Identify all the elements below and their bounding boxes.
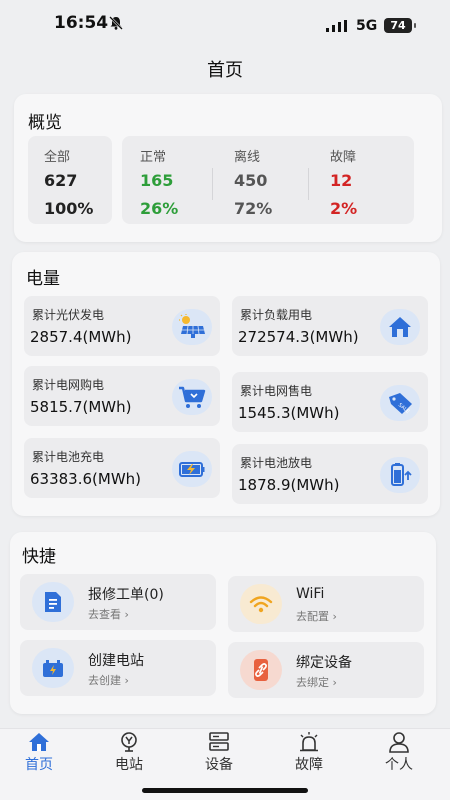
overview-title: 概览 xyxy=(28,113,62,133)
status-bar: 16:54 5G 74 xyxy=(0,0,450,48)
energy-tile-battery-discharge[interactable]: 累计电池放电 1878.9(MWh) xyxy=(232,444,428,504)
offline-label: 离线 xyxy=(234,150,261,165)
tab-home[interactable]: 首页 xyxy=(4,731,74,774)
energy-tile-battery-charge[interactable]: 累计电池充电 63383.6(MWh) xyxy=(24,438,220,498)
energy-label: 累计电网购电 xyxy=(32,378,105,392)
all-percent: 100% xyxy=(44,199,94,218)
energy-value: 272574.3(MWh) xyxy=(238,328,359,346)
energy-label: 累计电网售电 xyxy=(240,384,313,398)
battery-discharge-icon xyxy=(380,457,420,493)
energy-tile-grid-sell[interactable]: 累计电网售电 1545.3(MWh) SALE xyxy=(232,372,428,432)
quick-card: 快捷 报修工单(0) 去查看 › WiFi 去配置 › 创建电站 去创建 › 绑… xyxy=(10,532,436,714)
divider xyxy=(212,168,213,200)
station-icon xyxy=(32,648,74,688)
sale-tag-icon: SALE xyxy=(380,385,420,421)
fault-label: 故障 xyxy=(330,150,357,165)
quick-sub: 去配置 › xyxy=(296,610,337,623)
quick-sub: 去查看 › xyxy=(88,608,129,621)
divider xyxy=(308,168,309,200)
quick-repair-orders[interactable]: 报修工单(0) 去查看 › xyxy=(20,574,216,630)
quick-label: 报修工单(0) xyxy=(88,587,164,603)
person-tab-icon xyxy=(389,732,409,753)
muted-bell-icon xyxy=(109,16,123,30)
overview-normal[interactable]: 正常 165 26% xyxy=(140,146,178,218)
quick-create-station[interactable]: 创建电站 去创建 › xyxy=(20,640,216,696)
cart-icon xyxy=(172,379,212,415)
tab-label: 故障 xyxy=(295,757,323,773)
overview-status-box: 正常 165 26% 离线 450 72% 故障 12 2% xyxy=(122,136,414,224)
network-type: 5G xyxy=(356,18,378,34)
home-icon xyxy=(380,309,420,345)
battery-icon: 74 xyxy=(384,18,416,33)
tab-label: 电站 xyxy=(115,757,143,773)
home-indicator xyxy=(142,788,308,793)
page-title: 首页 xyxy=(207,60,243,81)
energy-label: 累计电池充电 xyxy=(32,450,105,464)
all-count: 627 xyxy=(44,171,78,190)
home-tab-icon xyxy=(29,733,49,751)
fault-percent: 2% xyxy=(330,199,358,218)
energy-value: 5815.7(MWh) xyxy=(30,398,132,416)
tab-label: 个人 xyxy=(385,757,413,773)
wifi-icon xyxy=(240,584,282,624)
energy-value: 2857.4(MWh) xyxy=(30,328,132,346)
quick-label: 绑定设备 xyxy=(296,655,352,671)
tab-fault[interactable]: 故障 xyxy=(274,731,344,774)
tab-label: 首页 xyxy=(25,757,53,773)
quick-bind-device[interactable]: 绑定设备 去绑定 › xyxy=(228,642,424,698)
energy-tile-grid-buy[interactable]: 累计电网购电 5815.7(MWh) xyxy=(24,366,220,426)
normal-percent: 26% xyxy=(140,199,179,218)
offline-percent: 72% xyxy=(234,199,273,218)
overview-offline[interactable]: 离线 450 72% xyxy=(234,146,272,218)
tab-device[interactable]: 设备 xyxy=(184,731,254,774)
battery-charge-icon xyxy=(172,451,212,487)
status-time: 16:54 xyxy=(54,13,109,33)
station-tab-icon xyxy=(121,732,137,752)
fault-count: 12 xyxy=(330,171,353,190)
quick-sub: 去绑定 › xyxy=(296,676,337,689)
quick-wifi[interactable]: WiFi 去配置 › xyxy=(228,576,424,632)
energy-value: 1878.9(MWh) xyxy=(238,476,340,494)
energy-value: 63383.6(MWh) xyxy=(30,470,142,488)
overview-all[interactable]: 全部 627 100% xyxy=(28,136,112,224)
overview-fault[interactable]: 故障 12 2% xyxy=(330,146,357,218)
solar-panel-icon xyxy=(172,309,212,345)
device-tab-icon xyxy=(209,732,229,751)
energy-label: 累计负载用电 xyxy=(240,308,313,322)
energy-label: 累计光伏发电 xyxy=(32,308,105,322)
all-label: 全部 xyxy=(44,150,71,165)
link-icon xyxy=(240,650,282,690)
normal-count: 165 xyxy=(140,171,174,190)
quick-title: 快捷 xyxy=(22,547,56,567)
alarm-tab-icon xyxy=(300,732,318,752)
energy-title: 电量 xyxy=(26,269,60,289)
quick-label: 创建电站 xyxy=(88,653,144,669)
energy-label: 累计电池放电 xyxy=(240,456,313,470)
quick-label: WiFi xyxy=(296,586,325,602)
normal-label: 正常 xyxy=(140,150,167,165)
signal-icon xyxy=(326,20,347,32)
energy-tile-pv[interactable]: 累计光伏发电 2857.4(MWh) xyxy=(24,296,220,356)
document-icon xyxy=(32,582,74,622)
energy-card: 电量 累计光伏发电 2857.4(MWh) 累计负载用电 272574.3(MW… xyxy=(12,252,440,516)
energy-value: 1545.3(MWh) xyxy=(238,404,340,422)
offline-count: 450 xyxy=(234,171,268,190)
tab-station[interactable]: 电站 xyxy=(94,731,164,774)
overview-card: 概览 全部 627 100% 正常 165 26% 离线 450 72% 故障 … xyxy=(14,94,442,242)
tab-personal[interactable]: 个人 xyxy=(364,731,434,774)
quick-sub: 去创建 › xyxy=(88,674,129,687)
energy-tile-load[interactable]: 累计负载用电 272574.3(MWh) xyxy=(232,296,428,356)
tab-label: 设备 xyxy=(205,757,233,773)
